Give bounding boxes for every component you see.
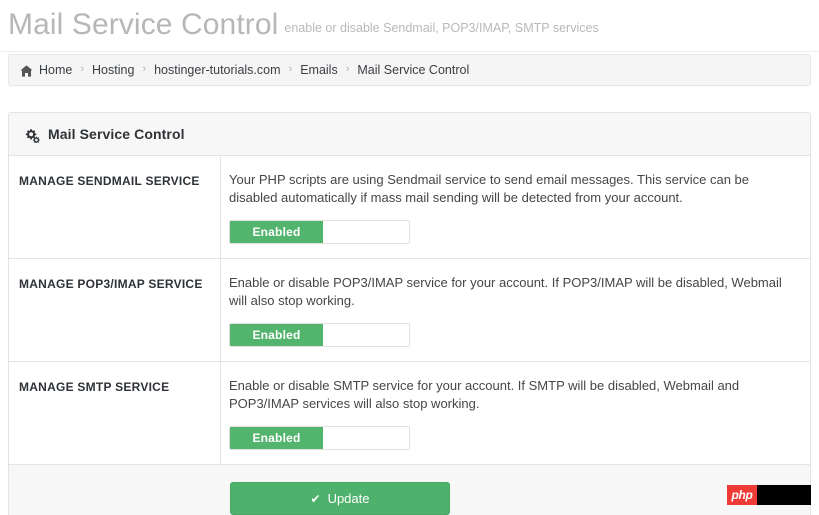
toggle-on-label[interactable]: Enabled — [230, 221, 323, 243]
toggle-on-label[interactable]: Enabled — [230, 427, 323, 449]
breadcrumb-item-hosting[interactable]: Hosting — [92, 63, 134, 77]
update-button[interactable]: ✔ Update — [230, 482, 450, 515]
watermark-bar — [757, 485, 811, 505]
toggle-smtp[interactable]: Enabled — [229, 426, 410, 450]
page-header: Mail Service Control enable or disable Se… — [0, 0, 819, 52]
toggle-off-track[interactable] — [323, 427, 409, 449]
breadcrumb-item-domain[interactable]: hostinger-tutorials.com — [154, 63, 280, 77]
check-icon: ✔ — [311, 492, 321, 506]
toggle-off-track[interactable] — [323, 221, 409, 243]
service-body-cell: Enable or disable POP3/IMAP service for … — [221, 259, 810, 361]
service-description-smtp: Enable or disable SMTP service for your … — [229, 377, 795, 412]
service-label-smtp: MANAGE SMTP SERVICE — [19, 380, 206, 395]
panel-heading: Mail Service Control — [9, 113, 810, 156]
breadcrumb-item-home[interactable]: Home — [39, 63, 72, 77]
mail-service-control-panel: Mail Service Control MANAGE SENDMAIL SER… — [8, 112, 811, 515]
page-title: Mail Service Control — [8, 6, 278, 44]
home-icon — [20, 65, 33, 77]
service-label-cell: MANAGE SENDMAIL SERVICE — [9, 156, 221, 258]
page-root: Mail Service Control enable or disable Se… — [0, 0, 819, 515]
breadcrumb-separator: › — [346, 63, 350, 75]
service-row-smtp: MANAGE SMTP SERVICE Enable or disable SM… — [9, 362, 810, 465]
service-label-sendmail: MANAGE SENDMAIL SERVICE — [19, 174, 206, 189]
php-logo: php — [727, 485, 757, 505]
panel-footer: ✔ Update — [9, 465, 810, 515]
breadcrumb-item-emails[interactable]: Emails — [300, 63, 338, 77]
php-watermark: php — [727, 485, 811, 505]
breadcrumb-item-current: Mail Service Control — [357, 63, 469, 77]
toggle-sendmail[interactable]: Enabled — [229, 220, 410, 244]
service-label-pop3-imap: MANAGE POP3/IMAP SERVICE — [19, 277, 206, 292]
breadcrumb-separator: › — [80, 63, 84, 75]
toggle-on-label[interactable]: Enabled — [230, 324, 323, 346]
breadcrumb: Home › Hosting › hostinger-tutorials.com… — [8, 54, 811, 86]
service-row-pop3-imap: MANAGE POP3/IMAP SERVICE Enable or disab… — [9, 259, 810, 362]
gears-icon — [24, 128, 40, 143]
service-row-sendmail: MANAGE SENDMAIL SERVICE Your PHP scripts… — [9, 156, 810, 259]
service-description-sendmail: Your PHP scripts are using Sendmail serv… — [229, 171, 795, 206]
toggle-pop3-imap[interactable]: Enabled — [229, 323, 410, 347]
panel-title: Mail Service Control — [48, 126, 185, 142]
service-description-pop3-imap: Enable or disable POP3/IMAP service for … — [229, 274, 795, 309]
service-label-cell: MANAGE SMTP SERVICE — [9, 362, 221, 464]
toggle-off-track[interactable] — [323, 324, 409, 346]
service-body-cell: Your PHP scripts are using Sendmail serv… — [221, 156, 810, 258]
update-button-label: Update — [328, 491, 370, 506]
page-subtitle: enable or disable Sendmail, POP3/IMAP, S… — [284, 21, 598, 35]
service-label-cell: MANAGE POP3/IMAP SERVICE — [9, 259, 221, 361]
breadcrumb-separator: › — [289, 63, 293, 75]
breadcrumb-separator: › — [142, 63, 146, 75]
service-body-cell: Enable or disable SMTP service for your … — [221, 362, 810, 464]
